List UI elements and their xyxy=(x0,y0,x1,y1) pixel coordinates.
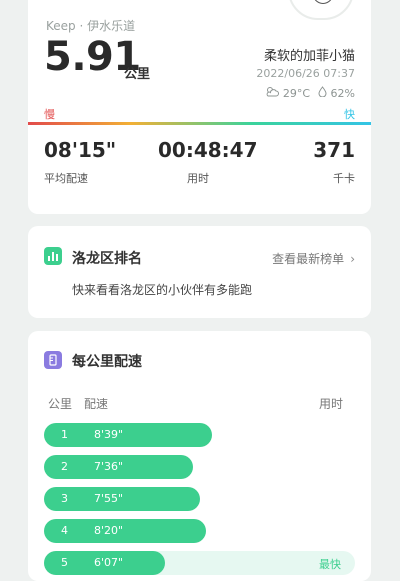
pace-row: 4 8'20" xyxy=(44,519,355,543)
pace-per-km-card: 每公里配速 公里 配速 用时 1 8'39" 2 7'36" 3 7'55" 4 8'20" 5… xyxy=(28,331,371,581)
chevron-right-icon: › xyxy=(350,252,355,266)
col-header-time: 用时 xyxy=(318,397,343,411)
distance-unit: 公里 xyxy=(124,67,151,82)
speed-fast-label: 快 xyxy=(344,108,355,121)
district-ranking-card[interactable]: 洛龙区排名 查看最新榜单 › 快来看看洛龙区的小伙伴有多能跑 xyxy=(28,226,371,318)
pace-value: 7'55" xyxy=(94,492,124,505)
temperature: 29°C xyxy=(282,87,311,100)
weather-info: 29°C 62% xyxy=(265,86,355,100)
ruler-icon xyxy=(44,351,62,369)
pace-value: 8'39" xyxy=(94,428,124,441)
calories-label: 千卡 xyxy=(333,172,355,185)
pace-km: 2 xyxy=(61,460,68,473)
pace-value: 7'36" xyxy=(94,460,124,473)
duration-label: 用时 xyxy=(187,172,209,185)
fastest-badge: 最快 xyxy=(319,558,341,571)
partly-cloudy-icon xyxy=(266,87,280,97)
pace-km: 3 xyxy=(61,492,68,505)
pace-km: 5 xyxy=(61,556,68,569)
view-latest-ranking-link[interactable]: 查看最新榜单 › xyxy=(272,250,355,267)
pace-value: 8'20" xyxy=(94,524,124,537)
cat-sticker-icon xyxy=(312,0,334,4)
speed-slow-label: 慢 xyxy=(44,108,55,121)
avatar[interactable] xyxy=(288,0,354,20)
pace-title: 每公里配速 xyxy=(72,354,142,370)
droplet-icon xyxy=(318,86,327,98)
run-summary-card: Keep · 伊水乐道 5.91 公里 柔软的加菲小猫 2022/06/26 0… xyxy=(28,0,371,214)
run-datetime: 2022/06/26 07:37 xyxy=(256,67,355,80)
speed-gradient-bar xyxy=(28,122,371,125)
avg-pace-value: 08'15" xyxy=(44,138,117,162)
humidity: 62% xyxy=(330,87,355,100)
run-source-label: Keep · 伊水乐道 xyxy=(46,19,136,33)
pace-bar xyxy=(44,423,212,447)
view-latest-ranking-label: 查看最新榜单 xyxy=(272,252,345,266)
pace-value: 6'07" xyxy=(94,556,124,569)
pace-row: 5 6'07" 最快 xyxy=(44,551,355,575)
pace-row: 1 8'39" xyxy=(44,423,355,447)
duration-value: 00:48:47 xyxy=(158,138,258,162)
avg-pace-label: 平均配速 xyxy=(44,172,88,185)
bar-chart-icon xyxy=(44,247,62,265)
col-header-km: 公里 xyxy=(48,397,73,411)
user-nickname: 柔软的加菲小猫 xyxy=(263,49,355,64)
ranking-title: 洛龙区排名 xyxy=(72,251,142,267)
col-header-pace: 配速 xyxy=(84,397,109,411)
pace-row: 3 7'55" xyxy=(44,487,355,511)
pace-km: 4 xyxy=(61,524,68,537)
pace-row: 2 7'36" xyxy=(44,455,355,479)
calories-value: 371 xyxy=(313,138,355,162)
ranking-description: 快来看看洛龙区的小伙伴有多能跑 xyxy=(72,283,253,297)
pace-km: 1 xyxy=(61,428,68,441)
pace-bar xyxy=(44,519,206,543)
